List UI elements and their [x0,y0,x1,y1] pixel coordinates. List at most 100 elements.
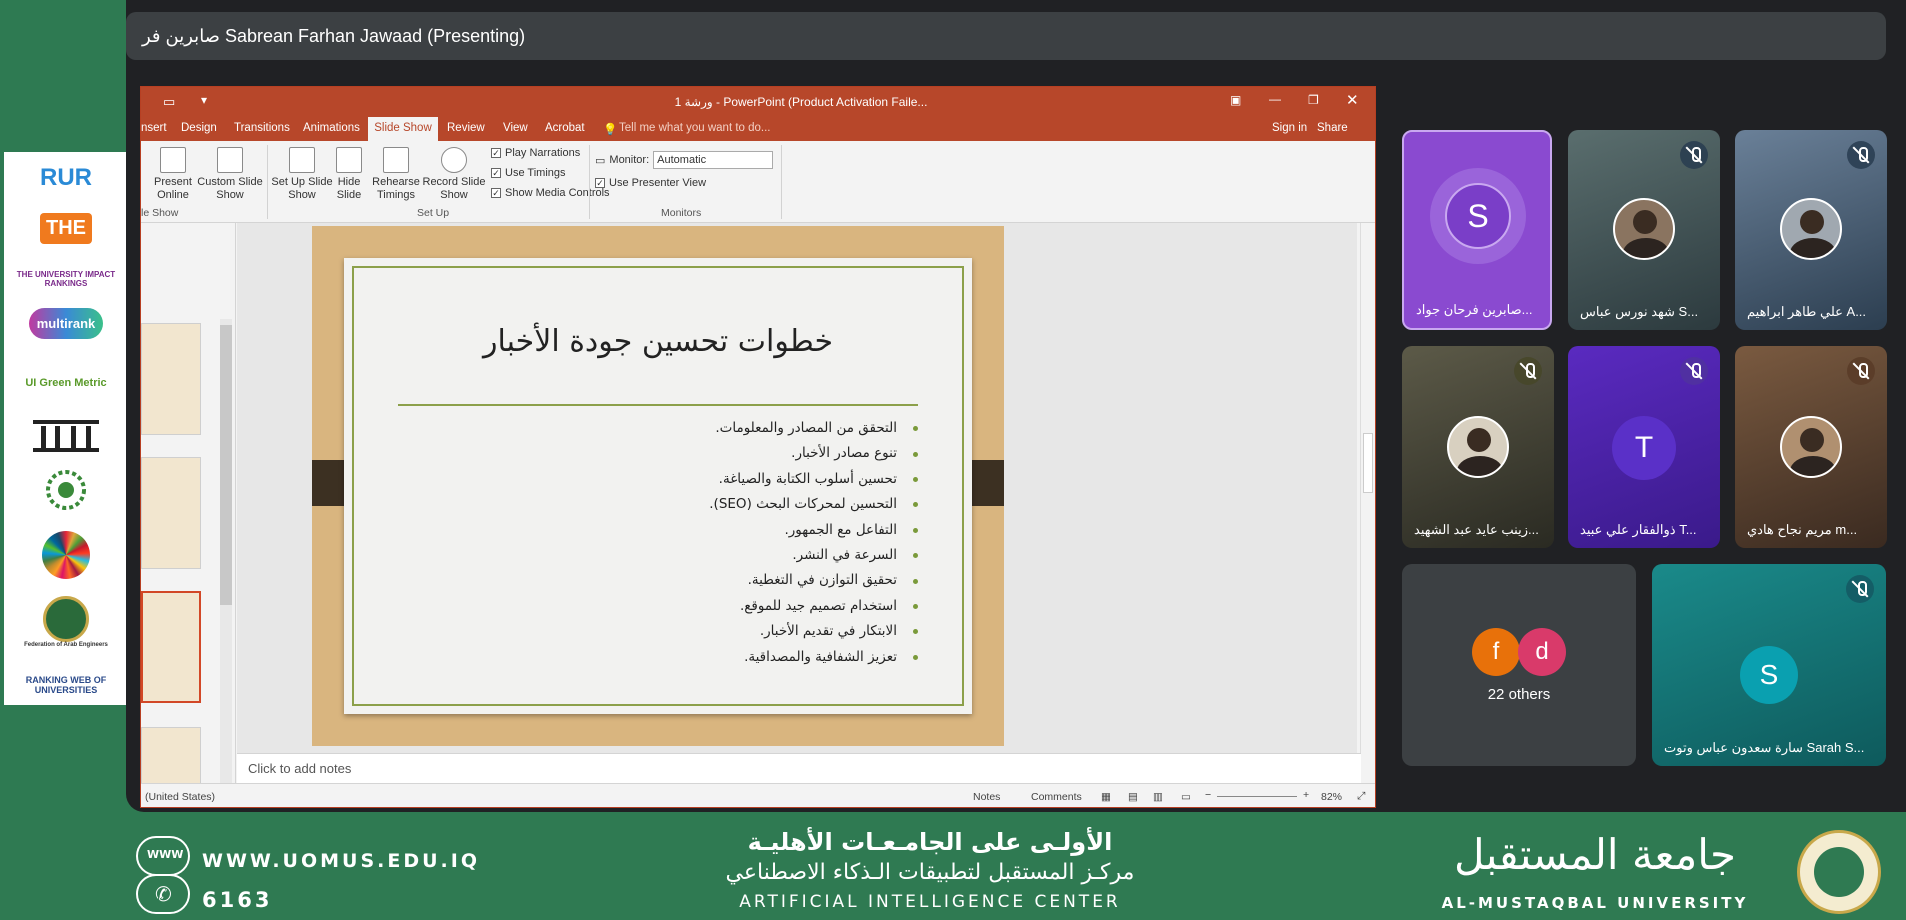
participant-name: زينب عايد عبد الشهيد... [1414,522,1539,537]
bullet-item: السرعة في النشر. [478,543,918,568]
bullet-list[interactable]: التحقق من المصادر والمعلومات. تنوع مصادر … [478,416,918,670]
group-label-setup: Set Up [417,207,450,219]
university-name-arabic: جامعة المستقبل [1453,830,1736,879]
tab-design[interactable]: Design [181,122,217,134]
use-timings-checkbox[interactable]: ✓ Use Timings [491,167,566,179]
minimize-icon[interactable]: — [1269,92,1281,106]
participant-tile[interactable]: علي طاهر ابراهيم A... [1735,130,1887,330]
sign-in-link[interactable]: Sign in [1272,122,1307,134]
avatar [1447,416,1509,478]
slide-paper: خطوات تحسين جودة الأخبار التحقق من المصا… [344,258,972,714]
participant-tile[interactable]: S سارة سعدون عباس وتوت Sarah S... [1652,564,1886,766]
bullet-item: استخدام تصميم جيد للموقع. [478,594,918,619]
customize-icon[interactable]: ▾ [201,93,207,107]
globe-icon: WWW [136,836,190,876]
title-divider [398,404,918,406]
sdg-wheel-logo [14,530,118,580]
rur-logo: RUR [40,164,92,191]
rankings-panel: RUR THE THE UNIVERSITY IMPACT RANKINGS m… [4,152,126,705]
multirank-logo: multirank [14,300,118,346]
notes-toggle[interactable]: Notes [973,791,1000,803]
ribbon-divider [781,145,782,219]
custom-slide-show-button[interactable]: Custom Slide Show [197,147,263,202]
tab-animations[interactable]: Animations [303,122,360,134]
notes-pane[interactable]: Click to add notes [237,753,1361,783]
share-button[interactable]: Share [1317,122,1348,134]
phone-text: 6163 [202,888,273,912]
bullet-dot-icon [913,629,918,635]
tab-review[interactable]: Review [447,122,485,134]
university-name-english: AL-MUSTAQBAL UNIVERSITY [1441,894,1749,912]
avatar: T [1612,416,1676,480]
language-indicator: (United States) [145,791,216,803]
custom-show-icon [217,147,243,173]
tab-acrobat[interactable]: Acrobat [545,122,585,134]
zoom-out-icon[interactable]: − [1205,789,1211,801]
zoom-slider[interactable] [1217,796,1297,797]
slide-thumbnail-selected[interactable] [141,591,201,703]
tab-view[interactable]: View [503,122,528,134]
hide-slide-icon [336,147,362,173]
slide-title[interactable]: خطوات تحسين جودة الأخبار [344,324,972,359]
monitor-icon: ▭ [595,154,606,167]
bullet-text: التحقق من المصادر والمعلومات. [715,420,897,436]
record-slide-show-button[interactable]: Record Slide Show [421,147,487,202]
tab-slide-show[interactable]: Slide Show [368,117,438,141]
zoom-in-icon[interactable]: + [1303,789,1309,801]
present-online-icon [160,147,186,173]
fit-to-window-icon[interactable]: ⤢ [1357,790,1365,803]
bullet-dot-icon [913,527,918,533]
status-bar: (United States) Notes Comments ▦ ▤ ▥ ▭ −… [141,783,1375,807]
lightbulb-icon: 💡 [603,124,618,136]
slide-sorter-icon[interactable]: ▤ [1128,791,1138,803]
reading-view-icon[interactable]: ▥ [1153,791,1163,803]
avatar [1613,198,1675,260]
participant-tile-presenter[interactable]: S صابرين فرحان جواد... [1402,130,1552,330]
bullet-text: استخدام تصميم جيد للموقع. [739,597,897,614]
banner-line-3: ARTIFICIAL INTELLIGENCE CENTER [739,892,1121,912]
avatar: S [1445,183,1511,249]
hide-slide-button[interactable]: Hide Slide [331,147,367,202]
rehearse-timings-button[interactable]: Rehearse Timings [369,147,423,202]
monitor-select[interactable]: Automatic [653,151,774,169]
webometrics-logo: RANKING WEB OF UNIVERSITIES [25,675,107,695]
bullet-item: تعزيز الشفافية والمصداقية. [478,645,918,670]
bullet-item: الابتكار في تقديم الأخبار. [478,619,918,644]
show-media-controls-checkbox[interactable]: ✓ Show Media Controls [491,187,610,199]
tab-insert[interactable]: nsert [141,122,167,134]
thumb-scrollbar[interactable] [220,319,232,807]
phone-icon: ✆ [136,874,190,914]
use-presenter-view-checkbox[interactable]: ✓ Use Presenter View [595,177,706,189]
others-tile[interactable]: f d 22 others [1402,564,1636,766]
slide-scrollbar[interactable] [1360,223,1375,783]
slide-canvas[interactable]: خطوات تحسين جودة الأخبار التحقق من المصا… [312,226,1004,746]
normal-view-icon[interactable]: ▦ [1101,791,1111,803]
close-icon[interactable]: ✕ [1346,91,1359,109]
bullet-dot-icon [913,502,918,508]
bullet-dot-icon [913,553,918,559]
participant-name: مريم نجاح هادي m... [1747,522,1858,537]
tab-transitions[interactable]: Transitions [234,122,290,134]
play-narrations-checkbox[interactable]: ✓ Play Narrations [491,147,580,159]
save-icon[interactable]: ▭ [163,94,175,110]
ribbon-divider [589,145,590,219]
participant-tile[interactable]: شهد نورس عباس S... [1568,130,1720,330]
tell-me-box[interactable]: Tell me what you want to do... [619,122,771,134]
banner-line-2: مركـز المستقبل لتطبيقات الـذكاء الاصطناع… [725,860,1135,885]
participant-tile[interactable]: زينب عايد عبد الشهيد... [1402,346,1554,548]
slide-thumbnail-pane[interactable] [141,223,236,807]
slideshow-view-icon[interactable]: ▭ [1181,791,1191,803]
bullet-text: تعزيز الشفافية والمصداقية. [744,648,897,665]
participant-tile[interactable]: مريم نجاح هادي m... [1735,346,1887,548]
avatar [1780,198,1842,260]
slide-thumbnail[interactable] [141,323,201,435]
participant-tile[interactable]: T ذوالفقار علي عبيد T... [1568,346,1720,548]
comments-toggle[interactable]: Comments [1031,791,1082,803]
restore-icon[interactable]: ❐ [1308,93,1319,107]
present-online-button[interactable]: Present Online [151,147,195,202]
set-up-slide-show-button[interactable]: Set Up Slide Show [271,147,333,202]
zoom-level[interactable]: 82% [1321,791,1342,803]
bullet-item: التحقق من المصادر والمعلومات. [478,416,918,441]
slide-thumbnail[interactable] [141,457,201,569]
ribbon-display-icon[interactable]: ▣ [1230,93,1241,107]
